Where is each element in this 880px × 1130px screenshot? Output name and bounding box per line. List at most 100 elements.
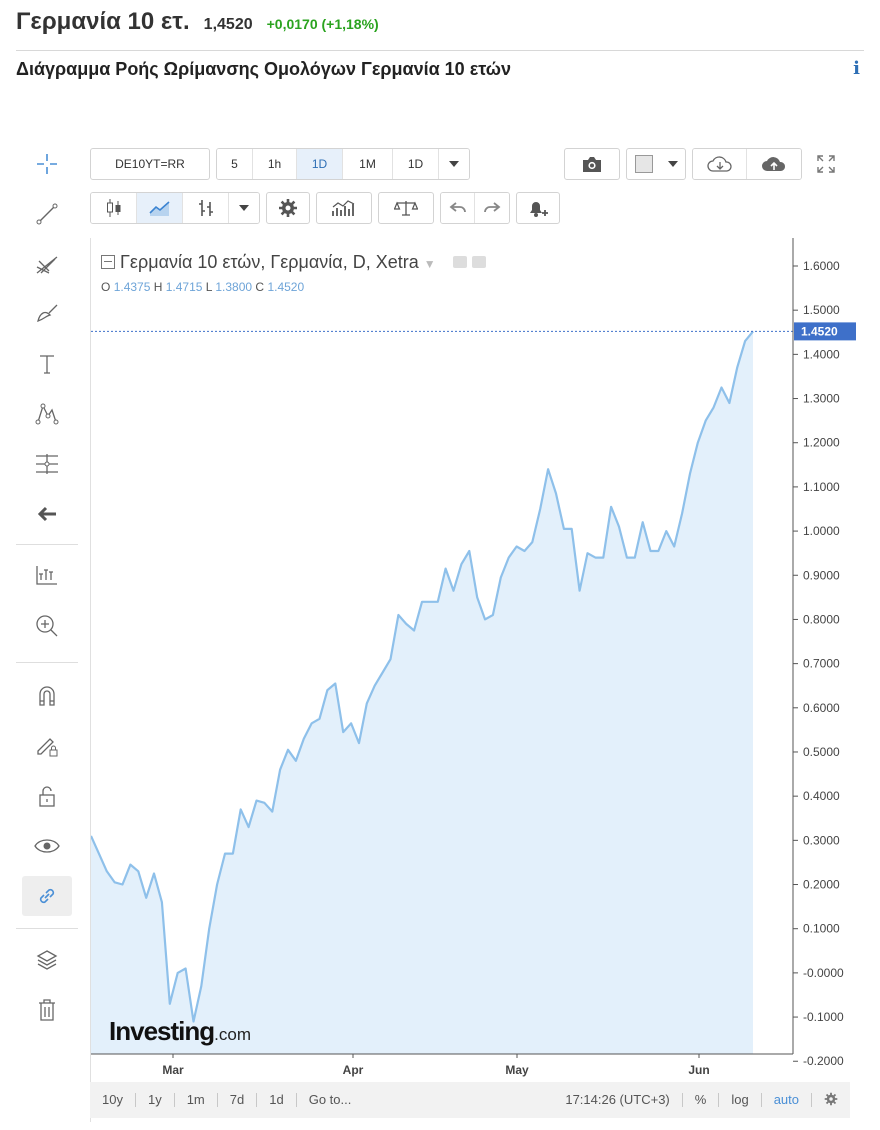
candles-button[interactable] — [91, 193, 137, 223]
secondary-toolbar — [90, 188, 566, 228]
scales-icon — [394, 201, 418, 216]
interval-dropdown[interactable] — [439, 149, 469, 179]
fib-retracement-icon[interactable] — [22, 444, 72, 484]
symbol-input[interactable]: DE10YT=RR — [90, 148, 210, 180]
undo-button[interactable] — [441, 193, 475, 223]
y-tick-label: 1.1000 — [803, 480, 840, 494]
high-value: 1.4715 — [165, 280, 203, 294]
redo-icon — [484, 202, 501, 213]
ohlc-values: O 1.4375 H 1.4715 L 1.3800 C 1.4520 — [101, 280, 304, 294]
goto-button[interactable]: Go to... — [297, 1093, 364, 1107]
zoom-in-icon[interactable] — [22, 606, 72, 646]
chart-panel[interactable]: 1.6000 1.5000 1.4000 1.3000 1.2000 1.1000 1.00… — [90, 238, 872, 1122]
indicators-button[interactable] — [316, 192, 372, 224]
cloud-upload-button[interactable] — [747, 149, 801, 179]
header-divider — [16, 50, 864, 51]
area-chart-button[interactable] — [137, 193, 183, 223]
trash-icon[interactable] — [22, 990, 72, 1030]
range-1d[interactable]: 1d — [257, 1093, 297, 1107]
percent-toggle[interactable]: % — [683, 1093, 720, 1107]
cloud-download-button[interactable] — [693, 149, 747, 179]
y-tick-label: 0.1000 — [803, 922, 840, 936]
bars-button[interactable] — [183, 193, 229, 223]
interval-5[interactable]: 5 — [217, 149, 253, 179]
settings-button[interactable] — [266, 192, 310, 224]
range-1m[interactable]: 1m — [175, 1093, 218, 1107]
bottom-bar: 10y 1y 1m 7d 1d Go to... 17:14:26 (UTC+3… — [90, 1082, 850, 1118]
x-tick-label: Apr — [343, 1063, 364, 1077]
color-swatch — [634, 155, 653, 173]
history-group — [440, 192, 510, 224]
y-tick-label: 0.8000 — [803, 612, 840, 626]
chart-type-dropdown[interactable] — [229, 193, 259, 223]
close-label: C — [255, 280, 265, 294]
measure-icon[interactable] — [22, 556, 72, 596]
redo-button[interactable] — [475, 193, 509, 223]
alert-button[interactable] — [516, 192, 560, 224]
text-tool-icon[interactable] — [22, 344, 72, 384]
bell-add-icon — [530, 202, 548, 217]
pitchfork-icon[interactable] — [22, 244, 72, 284]
lock-drawing-icon[interactable] — [22, 726, 72, 766]
chart-legend: Γερμανία 10 ετών, Γερμανία, D, Xetra ▼ — [101, 252, 486, 273]
x-tick-label: Mar — [162, 1063, 184, 1077]
logo-suffix: .com — [214, 1025, 251, 1044]
scale-settings-button[interactable] — [812, 1092, 850, 1109]
x-tick-label: May — [505, 1063, 529, 1077]
low-value: 1.3800 — [215, 280, 253, 294]
investing-logo: Investing.com — [109, 1016, 251, 1047]
chevron-down-icon — [667, 161, 678, 167]
info-icon[interactable]: i — [853, 58, 860, 79]
brush-icon[interactable] — [22, 294, 72, 334]
range-1y[interactable]: 1y — [136, 1093, 175, 1107]
back-arrow-icon[interactable] — [22, 494, 72, 534]
y-tick-label: 1.4000 — [803, 347, 840, 361]
y-tick-label: -0.2000 — [803, 1054, 844, 1068]
x-tick-label: Jun — [688, 1063, 709, 1077]
screenshot-button[interactable] — [564, 148, 620, 180]
auto-toggle[interactable]: auto — [762, 1093, 812, 1107]
collapse-legend-icon[interactable] — [101, 255, 115, 269]
y-tick-label: -0.0000 — [803, 966, 844, 980]
section-title: Διάγραμμα Ροής Ωρίμανσης Ομολόγων Γερμαν… — [16, 59, 511, 79]
range-10y[interactable]: 10y — [90, 1093, 136, 1107]
trend-line-icon[interactable] — [22, 194, 72, 234]
crosshair-icon[interactable] — [22, 144, 72, 184]
open-label: O — [101, 280, 111, 294]
magnet-icon[interactable] — [22, 676, 72, 716]
range-7d[interactable]: 7d — [218, 1093, 258, 1107]
y-tick-label: 1.0000 — [803, 524, 840, 538]
log-toggle[interactable]: log — [719, 1093, 762, 1107]
unlock-icon[interactable] — [22, 776, 72, 816]
gear-icon — [824, 1092, 838, 1105]
interval-1m[interactable]: 1M — [343, 149, 393, 179]
y-tick-label: 0.7000 — [803, 657, 840, 671]
indicators-icon — [332, 200, 355, 216]
bar-chart-icon — [198, 200, 213, 216]
eye-icon[interactable] — [22, 826, 72, 866]
price-chart[interactable]: 1.6000 1.5000 1.4000 1.3000 1.2000 1.1000 1.00… — [91, 238, 873, 1082]
high-label: H — [153, 280, 163, 294]
eye-toggle-icon[interactable] — [452, 256, 467, 268]
series-settings-icon[interactable] — [471, 256, 486, 268]
interval-1h[interactable]: 1h — [253, 149, 297, 179]
close-value: 1.4520 — [267, 280, 305, 294]
chart-style-select[interactable] — [626, 148, 686, 180]
layers-icon[interactable] — [22, 940, 72, 980]
link-icon[interactable] — [22, 876, 72, 916]
interval-1d-alt[interactable]: 1D — [393, 149, 439, 179]
undo-icon — [449, 202, 466, 213]
clock: 17:14:26 (UTC+3) — [553, 1093, 683, 1107]
cloud-download-icon — [706, 156, 732, 172]
chevron-down-icon[interactable]: ▼ — [424, 257, 436, 271]
quote-header: Γερμανία 10 ετ. 1,4520 +0,0170 (+1,18%) — [16, 8, 379, 40]
compare-button[interactable] — [378, 192, 434, 224]
low-label: L — [205, 280, 213, 294]
fullscreen-button[interactable] — [808, 148, 844, 180]
pattern-icon[interactable] — [22, 394, 72, 434]
open-value: 1.4375 — [113, 280, 151, 294]
interval-1d[interactable]: 1D — [297, 149, 343, 179]
y-tick-label: 0.2000 — [803, 878, 840, 892]
y-tick-label: 1.3000 — [803, 392, 840, 406]
gear-icon — [279, 199, 297, 217]
